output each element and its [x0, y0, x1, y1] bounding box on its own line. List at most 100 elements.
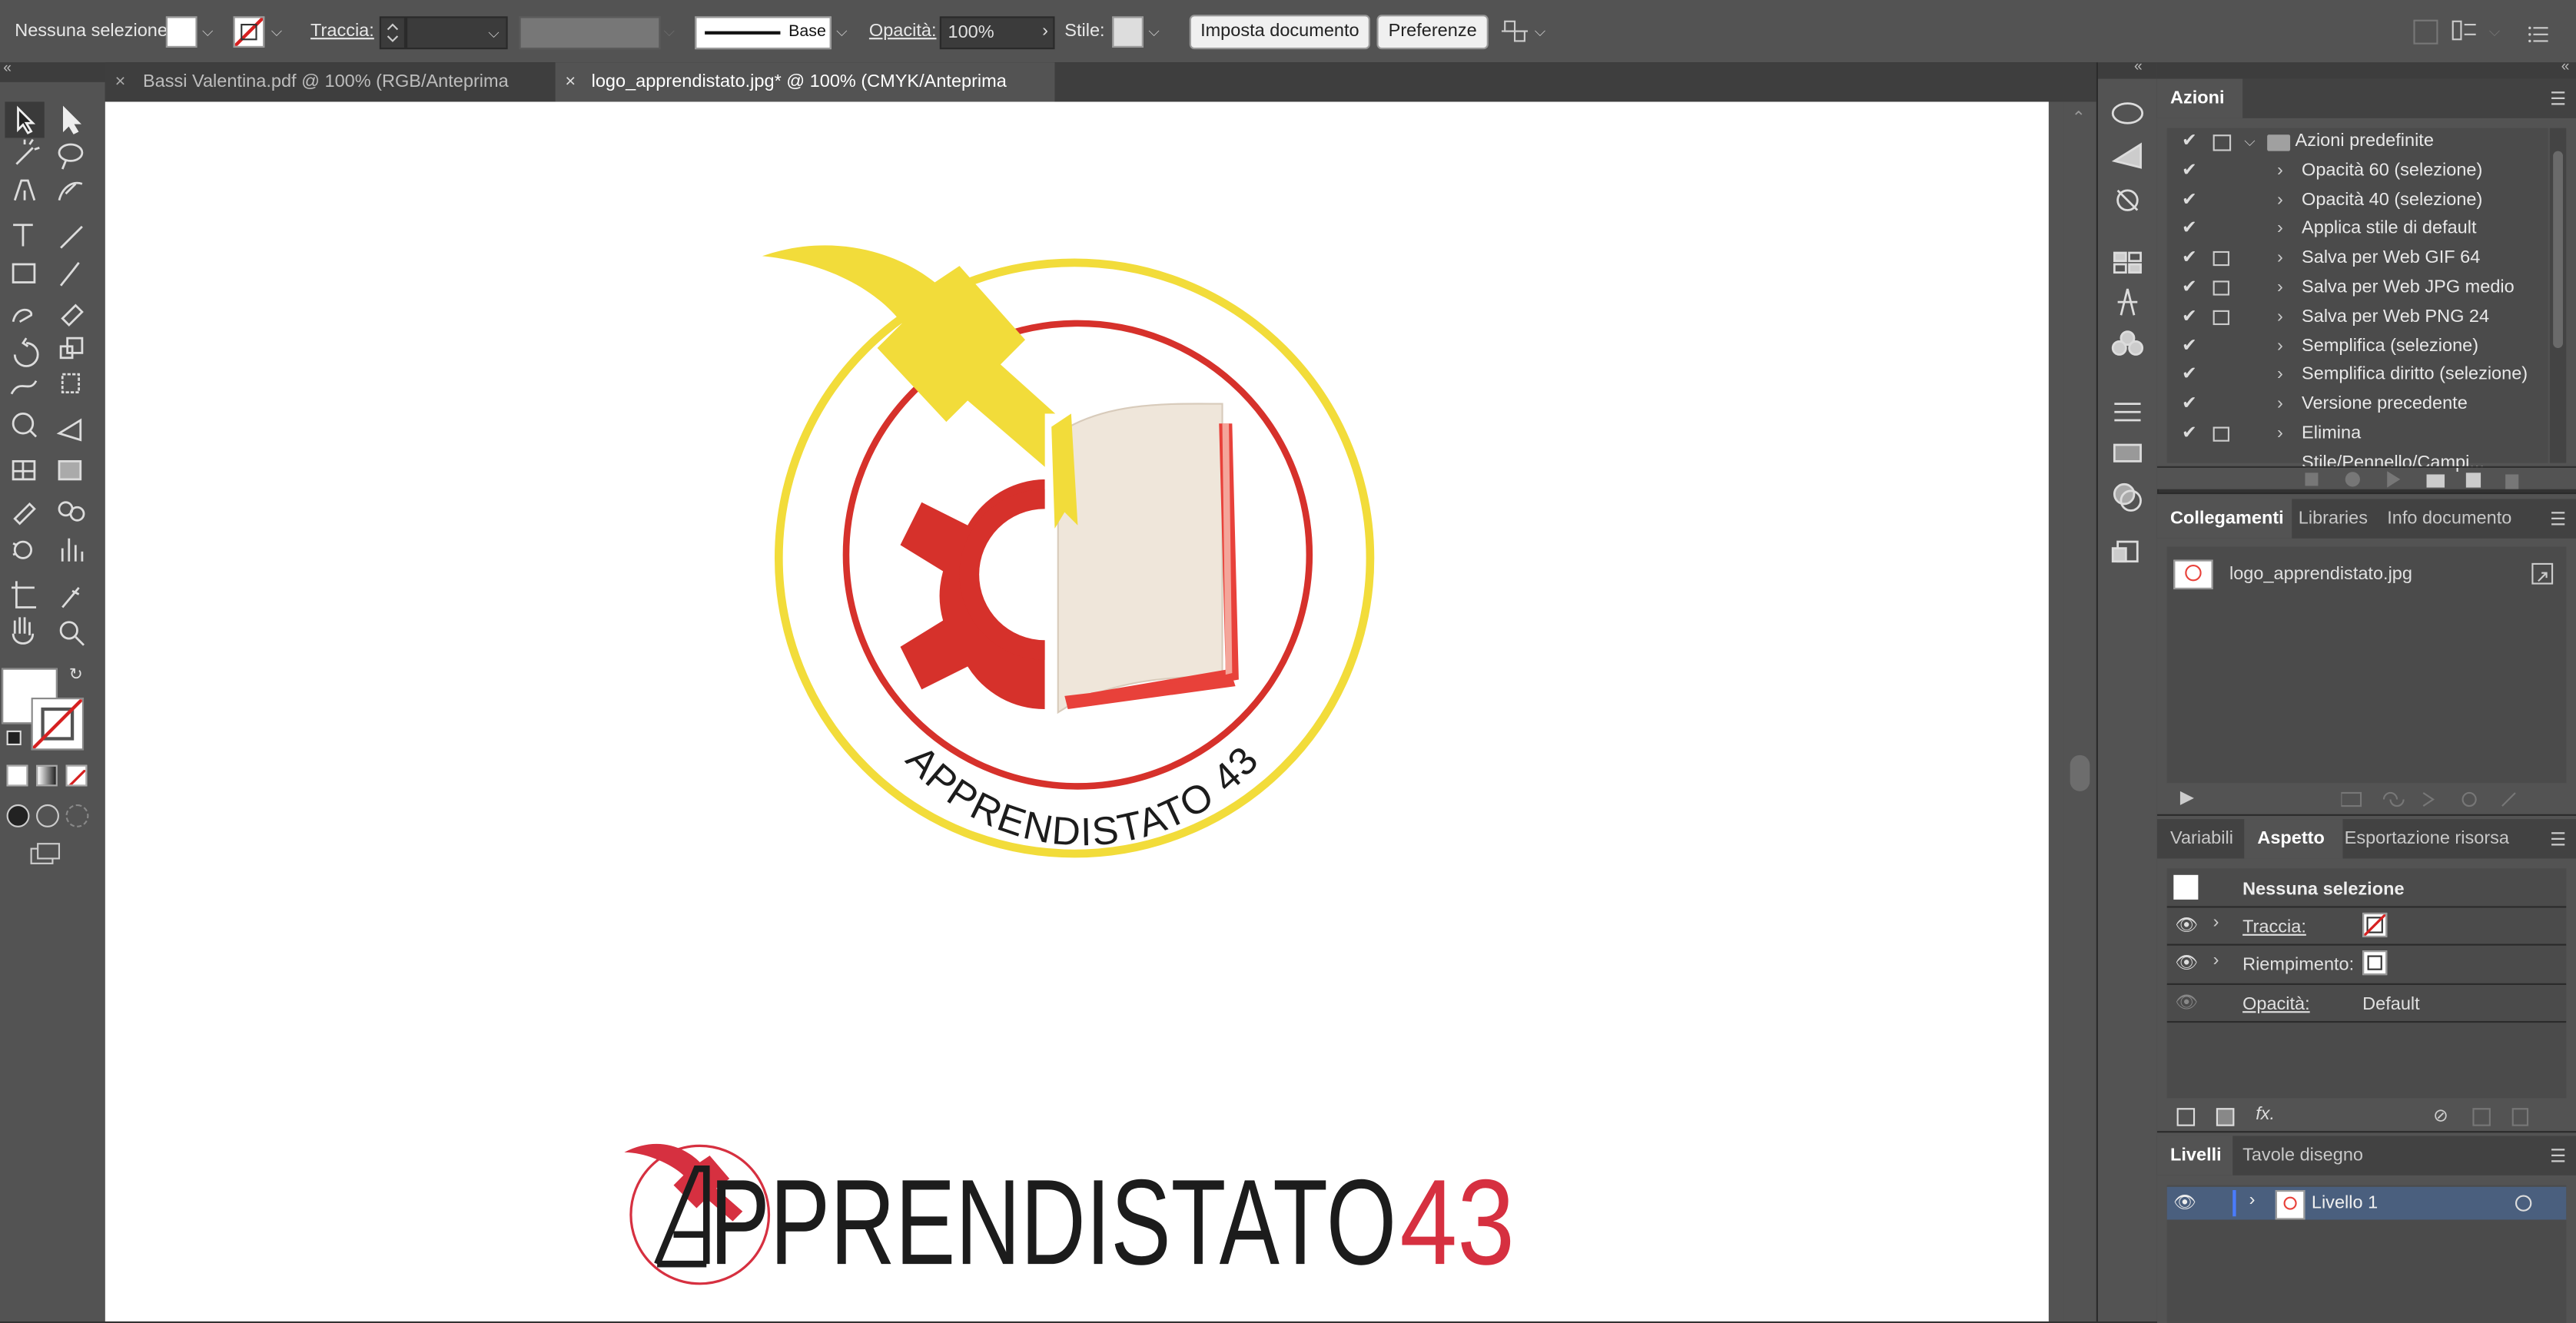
- chevron-right-icon[interactable]: ›: [2277, 420, 2283, 449]
- stroke-weight-input[interactable]: ⌵: [406, 16, 508, 50]
- chevron-right-icon[interactable]: ›: [2213, 950, 2219, 970]
- preferences-button[interactable]: Preferenze: [1376, 15, 1489, 50]
- close-icon[interactable]: ×: [565, 62, 576, 101]
- chevron-down-icon[interactable]: ⌵: [836, 23, 848, 41]
- fill-row-label[interactable]: Riempimento:: [2242, 956, 2354, 976]
- opacity-row-label[interactable]: Opacità:: [2242, 995, 2310, 1015]
- tab-layers[interactable]: Livelli: [2156, 1136, 2233, 1175]
- action-item[interactable]: ✔ › Versione precedente: [2167, 391, 2548, 420]
- draw-normal-icon[interactable]: [6, 804, 30, 827]
- check-icon[interactable]: ✔: [2182, 391, 2197, 420]
- tab-variables[interactable]: Variabili: [2170, 819, 2233, 858]
- chevron-right-icon[interactable]: ›: [2277, 158, 2283, 187]
- chevron-right-icon[interactable]: ›: [2277, 187, 2283, 216]
- check-icon[interactable]: ✔: [2182, 216, 2197, 245]
- chevron-right-icon[interactable]: ›: [2277, 303, 2283, 333]
- check-icon[interactable]: ✔: [2182, 420, 2197, 449]
- stroke-style-select[interactable]: Base: [695, 16, 832, 50]
- none-mode-icon[interactable]: [65, 764, 88, 787]
- stroke-color-box[interactable]: [31, 698, 85, 751]
- chevron-right-icon[interactable]: ›: [2213, 913, 2219, 933]
- play-icon[interactable]: ▶: [2180, 786, 2194, 808]
- target-icon[interactable]: [2515, 1195, 2532, 1212]
- chevron-down-icon[interactable]: ⌵: [2489, 23, 2501, 41]
- check-icon[interactable]: ✔: [2182, 187, 2197, 216]
- draw-behind-icon[interactable]: [36, 804, 59, 827]
- clear-icon[interactable]: ⊘: [2433, 1105, 2448, 1126]
- variable-width-profile[interactable]: [519, 16, 661, 50]
- fx-icon[interactable]: fx.: [2256, 1105, 2275, 1125]
- dialog-toggle-icon[interactable]: [2213, 280, 2229, 296]
- eye-icon[interactable]: 👁: [2175, 914, 2198, 936]
- check-icon[interactable]: ✔: [2182, 245, 2197, 274]
- panel-menu-icon[interactable]: ☰: [2550, 1146, 2566, 1167]
- default-colors-icon[interactable]: [6, 730, 22, 746]
- menu-icon[interactable]: [2528, 22, 2548, 43]
- action-item[interactable]: ✔ › Semplifica (selezione): [2167, 333, 2548, 362]
- check-icon[interactable]: ✔: [2182, 333, 2197, 362]
- tab-actions[interactable]: Azioni: [2156, 78, 2243, 118]
- chevron-down-icon[interactable]: ⌵: [202, 23, 214, 41]
- check-icon[interactable]: ✔: [2182, 158, 2197, 187]
- panel-menu-icon[interactable]: ☰: [2550, 88, 2566, 111]
- tab-document-info[interactable]: Info documento: [2387, 499, 2511, 539]
- tab-appearance[interactable]: Aspetto: [2244, 819, 2343, 859]
- eye-icon[interactable]: 👁: [2175, 992, 2198, 1013]
- chevron-right-icon[interactable]: ›: [2277, 391, 2283, 420]
- chevron-down-icon[interactable]: ⌵: [271, 23, 283, 41]
- tab-libraries[interactable]: Libraries: [2299, 499, 2368, 539]
- add-stroke-icon[interactable]: [2176, 1108, 2196, 1126]
- panel-menu-icon[interactable]: ☰: [2550, 829, 2566, 850]
- action-item[interactable]: ✔ › Semplifica diritto (selezione): [2167, 362, 2548, 391]
- scroll-thumb[interactable]: [2070, 754, 2090, 791]
- chevron-down-icon[interactable]: ⌵: [1148, 23, 1160, 41]
- chevron-right-icon[interactable]: ›: [2277, 245, 2283, 274]
- action-set-row[interactable]: ✔ ⌵ Azioni predefinite: [2167, 128, 2548, 158]
- tab-asset-export[interactable]: Esportazione risorsa: [2345, 819, 2509, 858]
- arrange-icon[interactable]: [2413, 19, 2438, 45]
- gradient-mode-icon[interactable]: [36, 764, 58, 787]
- stroke-row-label[interactable]: Traccia:: [2242, 917, 2306, 937]
- action-item[interactable]: ✔ › Salva per Web GIF 64: [2167, 245, 2548, 274]
- close-icon[interactable]: ×: [115, 62, 126, 101]
- draw-inside-icon[interactable]: [65, 804, 89, 827]
- workspace-icon[interactable]: [2452, 20, 2478, 41]
- color-mode-icon[interactable]: [6, 764, 28, 787]
- panel-menu-icon[interactable]: ☰: [2550, 509, 2566, 530]
- chevron-right-icon[interactable]: ›: [2249, 1190, 2256, 1210]
- chevron-right-icon[interactable]: ›: [2277, 216, 2283, 245]
- action-item[interactable]: ✔ › Applica stile di default: [2167, 216, 2548, 245]
- panel-collapse-bar[interactable]: «: [0, 59, 105, 82]
- chevron-right-icon[interactable]: ›: [2277, 333, 2283, 362]
- swap-colors-icon[interactable]: ↻: [69, 666, 83, 685]
- document-setup-button[interactable]: Imposta documento: [1189, 15, 1370, 50]
- style-swatch[interactable]: [1112, 16, 1144, 48]
- action-item[interactable]: ✔ › Salva per Web JPG medio: [2167, 274, 2548, 303]
- actions-scrollbar[interactable]: [2549, 128, 2567, 463]
- action-item[interactable]: ✔ › Elimina Stile/Pennello/Campi...: [2167, 420, 2548, 472]
- dialog-toggle-icon[interactable]: [2213, 310, 2229, 325]
- check-icon[interactable]: ✔: [2182, 303, 2197, 333]
- link-filename[interactable]: logo_apprendistato.jpg: [2229, 565, 2412, 585]
- action-item[interactable]: ✔ › Opacità 40 (selezione): [2167, 187, 2548, 216]
- tab-artboards[interactable]: Tavole disegno: [2242, 1136, 2363, 1175]
- dialog-toggle-icon[interactable]: [2213, 426, 2229, 442]
- vertical-scrollbar[interactable]: ⌃: [2063, 101, 2096, 1321]
- add-fill-icon[interactable]: [2216, 1108, 2235, 1126]
- dialog-toggle-icon[interactable]: [2213, 251, 2229, 267]
- tab-bassi-valentina[interactable]: × Bassi Valentina.pdf @ 100% (RGB/Antepr…: [105, 62, 552, 131]
- action-item[interactable]: ✔ › Opacità 60 (selezione): [2167, 158, 2548, 187]
- tab-links[interactable]: Collegamenti: [2156, 499, 2292, 539]
- stroke-swatch[interactable]: [233, 16, 265, 48]
- chevron-down-icon[interactable]: ⌵: [488, 25, 500, 43]
- screen-mode-icon[interactable]: [29, 842, 62, 865]
- layer-row[interactable]: 👁 › Livello 1: [2166, 1186, 2567, 1220]
- fill-swatch[interactable]: [165, 16, 198, 48]
- tab-logo-apprendistato[interactable]: × logo_apprendistato.jpg* @ 100% (CMYK/A…: [555, 62, 1055, 131]
- artboard[interactable]: APPRENDISTATO 43 PPRENDISTATO 43: [105, 101, 2049, 1321]
- align-icon[interactable]: [1501, 18, 1529, 45]
- check-icon[interactable]: ✔: [2182, 362, 2197, 391]
- chevron-right-icon[interactable]: ›: [2277, 362, 2283, 391]
- stroke-row-swatch[interactable]: [2362, 912, 2388, 937]
- chevron-right-icon[interactable]: ›: [2277, 274, 2283, 303]
